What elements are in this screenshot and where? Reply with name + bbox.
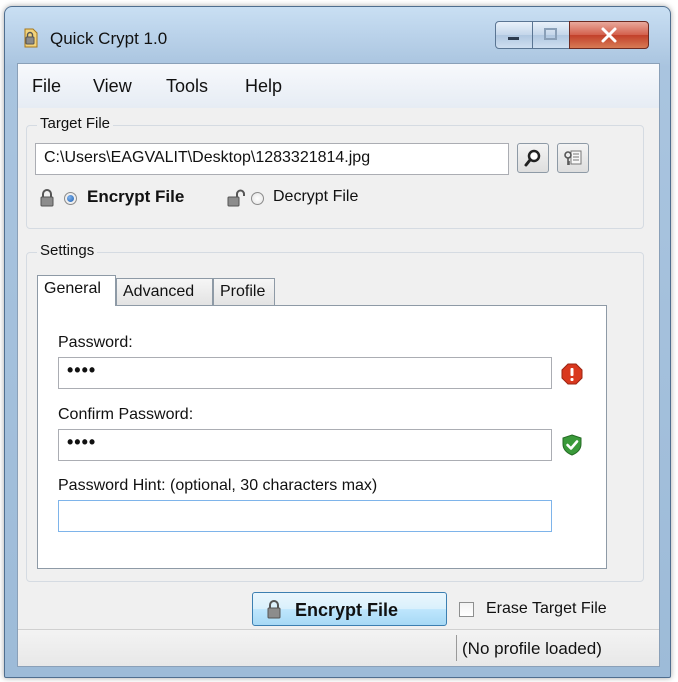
locked-padlock-icon: [40, 189, 54, 207]
target-file-group-label: Target File: [37, 115, 114, 132]
magnifier-icon: [524, 149, 541, 167]
file-properties-button[interactable]: [557, 143, 589, 173]
target-path-field[interactable]: C:\Users\EAGVALIT\Desktop\1283321814.jpg: [35, 143, 509, 175]
settings-group-label: Settings: [37, 242, 98, 259]
tab-general[interactable]: General: [37, 275, 116, 306]
menu-help[interactable]: Help: [245, 76, 282, 97]
maximize-icon: [544, 28, 557, 40]
confirm-password-label: Confirm Password:: [58, 406, 194, 423]
encrypt-file-button[interactable]: Encrypt File: [252, 592, 447, 626]
menu-bar: File View Tools Help: [18, 64, 659, 108]
menu-view[interactable]: View: [93, 76, 132, 97]
title-bar[interactable]: Quick Crypt 1.0: [5, 7, 670, 67]
password-hint-label: Password Hint: (optional, 30 characters …: [58, 477, 378, 494]
erase-target-file-checkbox[interactable]: [459, 602, 474, 617]
error-icon: [561, 363, 583, 385]
erase-target-file-label[interactable]: Erase Target File: [486, 600, 607, 618]
maximize-button[interactable]: [532, 21, 570, 49]
password-field[interactable]: ••••: [58, 357, 552, 389]
target-file-group: Target File C:\Users\EAGVALIT\Desktop\12…: [26, 115, 644, 229]
browse-button[interactable]: [517, 143, 549, 173]
valid-check-shield-icon: [562, 434, 582, 456]
menu-file[interactable]: File: [32, 76, 61, 97]
password-hint-field[interactable]: [58, 500, 552, 532]
unlocked-padlock-icon: [227, 189, 245, 207]
profile-status-text: (No profile loaded): [462, 639, 602, 658]
minimize-button[interactable]: [495, 21, 533, 49]
status-separator: [456, 635, 457, 661]
menu-tools[interactable]: Tools: [166, 76, 208, 97]
status-bar: (No profile loaded): [18, 629, 659, 666]
settings-group: Settings General Advanced Profile Passwo…: [26, 242, 644, 582]
password-label: Password:: [58, 334, 133, 351]
padlock-icon: [267, 600, 281, 619]
app-window: Quick Crypt 1.0 File View Tools Help Tar…: [4, 6, 671, 678]
decrypt-mode-label[interactable]: Decrypt File: [273, 188, 358, 206]
general-tab-panel: Password: •••• Confirm Password: •••• Pa…: [37, 305, 607, 569]
encrypt-file-button-label: Encrypt File: [295, 600, 399, 620]
key-card-icon: [564, 150, 582, 165]
close-icon: [601, 27, 617, 43]
tab-advanced[interactable]: Advanced: [116, 278, 213, 306]
encrypt-mode-label[interactable]: Encrypt File: [87, 187, 184, 207]
decrypt-mode-radio[interactable]: [251, 192, 264, 205]
window-title: Quick Crypt 1.0: [50, 29, 168, 48]
minimize-icon: [508, 37, 519, 40]
confirm-password-field[interactable]: ••••: [58, 429, 552, 461]
app-logo-icon: [24, 28, 38, 48]
encrypt-mode-radio[interactable]: [64, 192, 77, 205]
client-area: File View Tools Help Target File C:\User…: [17, 63, 660, 667]
close-button[interactable]: [569, 21, 649, 49]
tab-profile[interactable]: Profile: [213, 278, 275, 306]
